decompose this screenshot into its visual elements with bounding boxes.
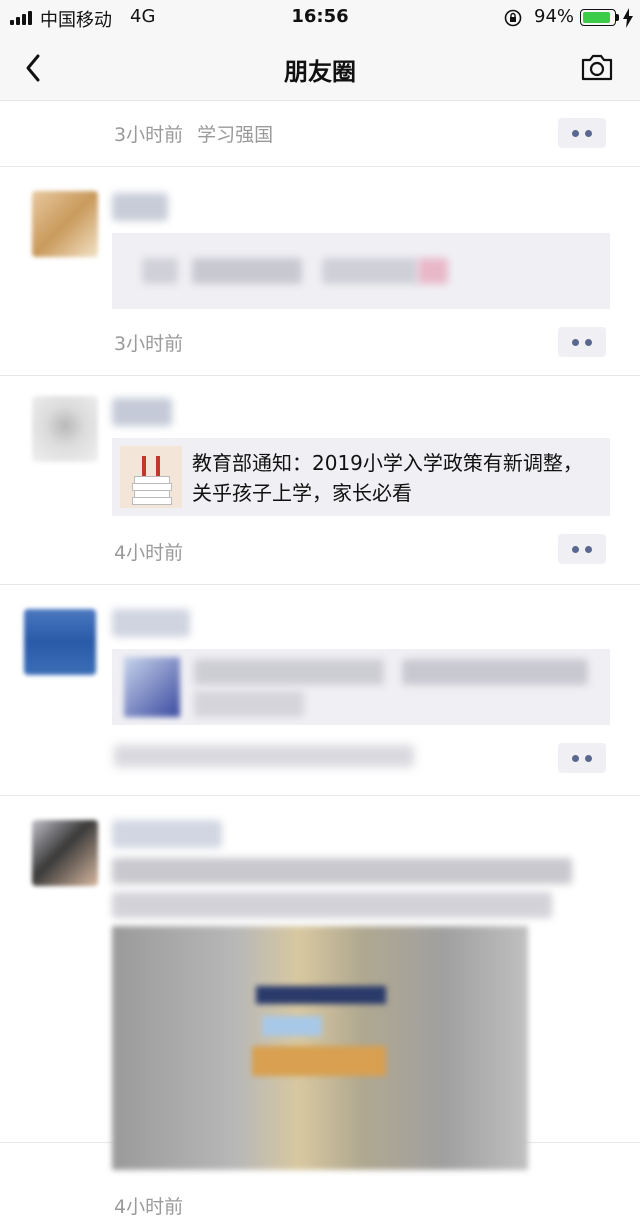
user-name[interactable]	[112, 609, 190, 637]
post-time: 3小时前	[114, 124, 184, 146]
battery-tip	[616, 14, 619, 21]
rotation-lock-icon	[504, 9, 522, 27]
post-text	[112, 858, 572, 884]
post-text	[112, 233, 610, 309]
avatar[interactable]	[24, 609, 96, 675]
more-actions-button[interactable]	[558, 327, 606, 357]
more-actions-button[interactable]	[558, 118, 606, 148]
nav-bar: 朋友圈	[0, 36, 640, 101]
more-actions-button[interactable]	[558, 743, 606, 773]
camera-icon[interactable]	[580, 52, 614, 82]
moments-feed: 3小时前 学习强国 3小时前 教育部通知：2019小学入学政策有新调整，关乎孩子…	[0, 100, 640, 1218]
article-thumbnail	[120, 446, 182, 508]
post-time: 3小时前	[114, 333, 184, 355]
status-bar: 中国移动 4G 16:56 94%	[0, 0, 640, 36]
post-meta: 3小时前 学习强国	[114, 120, 273, 147]
post-source[interactable]: 学习强国	[197, 124, 273, 146]
post-time-blurred	[114, 745, 414, 767]
avatar[interactable]	[32, 191, 98, 257]
post-photo[interactable]	[112, 926, 528, 1170]
moment-post: 3小时前	[0, 167, 640, 376]
post-text	[112, 892, 552, 918]
battery-percent: 94%	[534, 6, 575, 27]
page-title: 朋友圈	[284, 58, 356, 86]
avatar[interactable]	[32, 396, 98, 462]
moment-post: 4小时前	[0, 796, 640, 1218]
avatar[interactable]	[32, 820, 98, 886]
battery-icon	[580, 9, 616, 26]
post-time: 4小时前	[114, 542, 184, 564]
more-actions-button[interactable]	[558, 534, 606, 564]
moment-post: 教育部通知：2019小学入学政策有新调整，关乎孩子上学，家长必看 4小时前	[0, 376, 640, 585]
moment-post	[0, 585, 640, 796]
charging-icon	[623, 8, 633, 28]
article-title: 教育部通知：2019小学入学政策有新调整，关乎孩子上学，家长必看	[192, 451, 583, 505]
user-name[interactable]	[112, 398, 172, 426]
shared-article-card[interactable]: 教育部通知：2019小学入学政策有新调整，关乎孩子上学，家长必看	[112, 438, 610, 516]
user-name[interactable]	[112, 193, 168, 221]
post-time: 4小时前	[114, 1196, 184, 1218]
post-text	[112, 649, 610, 725]
user-name[interactable]	[112, 820, 222, 848]
moment-post: 3小时前 学习强国	[0, 100, 640, 167]
